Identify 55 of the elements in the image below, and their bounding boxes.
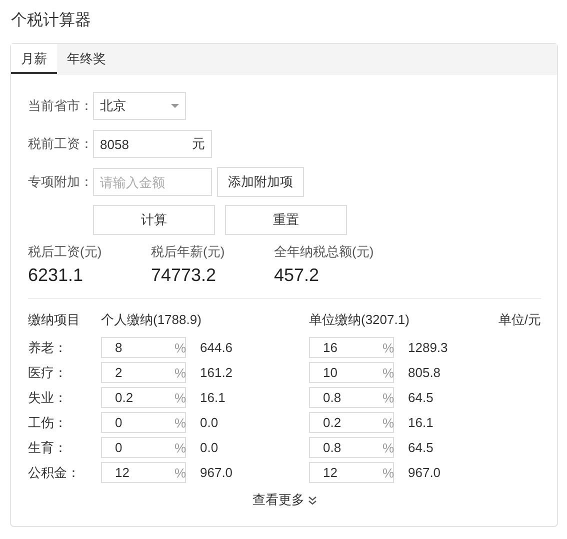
amount-cell-text: 64.5 bbox=[407, 390, 434, 405]
result-value: 457.2 bbox=[274, 265, 320, 286]
unit-label: % bbox=[174, 390, 186, 405]
unit-label: % bbox=[174, 465, 186, 480]
row-label: 失业： bbox=[28, 388, 68, 406]
row-label: 养老： bbox=[28, 338, 68, 356]
unit-label: % bbox=[382, 390, 394, 405]
row-label: 工伤： bbox=[28, 414, 68, 432]
unit-label: % bbox=[174, 440, 186, 455]
amount-cell-text: 967.0 bbox=[407, 465, 442, 480]
row-label: 公积金： bbox=[28, 464, 81, 482]
amount-cell-text: 805.8 bbox=[407, 365, 442, 380]
unit-label: 元 bbox=[192, 135, 205, 153]
unit-label: % bbox=[382, 465, 394, 480]
unit-label: % bbox=[382, 340, 394, 355]
amount-cell-text: 644.6 bbox=[199, 340, 234, 355]
amount-cell-text: 967.0 bbox=[199, 465, 234, 480]
tab[interactable]: 年终奖 bbox=[57, 44, 116, 74]
tab[interactable]: 月薪 bbox=[11, 44, 57, 74]
calculate-button[interactable]: 计算 bbox=[93, 205, 215, 235]
page-title: 个税计算器 bbox=[11, 10, 91, 31]
unit-label: % bbox=[174, 340, 186, 355]
field-label: 税前工资： bbox=[28, 135, 93, 153]
caret-icon bbox=[171, 104, 179, 108]
result-value: 6231.1 bbox=[28, 265, 84, 286]
amount-cell-text: 0.0 bbox=[199, 415, 220, 430]
column-header: 单位/元 bbox=[498, 311, 541, 329]
amount-cell-text: 16.1 bbox=[199, 390, 226, 405]
result-label: 税后年薪(元) bbox=[151, 243, 226, 261]
field-label: 当前省市： bbox=[28, 97, 93, 115]
column-header: 个人缴纳(1788.9) bbox=[101, 311, 202, 329]
amount-cell-text: 16.1 bbox=[407, 415, 434, 430]
unit-label: % bbox=[382, 440, 394, 455]
more-link[interactable]: 查看更多 bbox=[252, 491, 316, 509]
field-label: 专项附加： bbox=[28, 173, 93, 191]
amount-field[interactable]: 请输入金额 bbox=[93, 168, 212, 196]
unit-label: % bbox=[174, 415, 186, 430]
row-label: 生育： bbox=[28, 438, 68, 456]
column-header: 缴纳项目 bbox=[28, 311, 81, 329]
unit-label: % bbox=[382, 415, 394, 430]
amount-cell-text: 161.2 bbox=[199, 365, 234, 380]
city-dropdown[interactable]: 北京 bbox=[93, 92, 186, 120]
amount-cell-text: 64.5 bbox=[407, 440, 434, 455]
reset-button[interactable]: 重置 bbox=[225, 205, 347, 235]
double-chevron-icon bbox=[308, 496, 316, 504]
result-label: 税后工资(元) bbox=[28, 243, 103, 261]
amount-cell-text: 1289.3 bbox=[407, 340, 449, 355]
row-label: 医疗： bbox=[28, 364, 68, 382]
amount-cell-text: 0.0 bbox=[199, 440, 220, 455]
column-header: 单位缴纳(3207.1) bbox=[309, 311, 410, 329]
result-label: 全年纳税总额(元) bbox=[274, 243, 375, 261]
add-button[interactable]: 添加附加项 bbox=[217, 167, 304, 197]
result-value: 74773.2 bbox=[151, 265, 218, 286]
unit-label: % bbox=[382, 365, 394, 380]
unit-label: % bbox=[174, 365, 186, 380]
